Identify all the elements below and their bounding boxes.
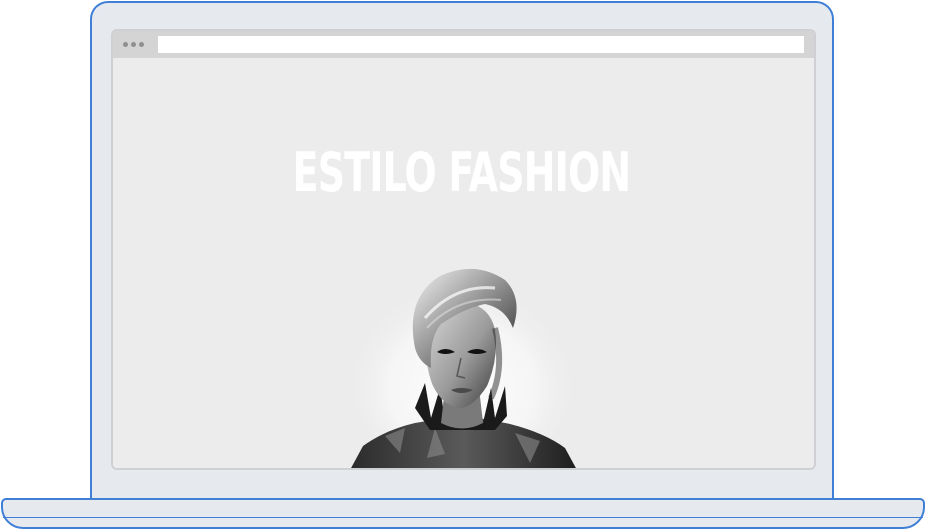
window-dot-icon[interactable] bbox=[131, 42, 136, 47]
hero-model-image bbox=[351, 268, 576, 468]
window-controls bbox=[123, 42, 144, 47]
browser-toolbar bbox=[113, 31, 814, 58]
page-title: ESTILO FASHION bbox=[292, 141, 631, 204]
window-dot-icon[interactable] bbox=[123, 42, 128, 47]
window-dot-icon[interactable] bbox=[139, 42, 144, 47]
web-page: ESTILO FASHION bbox=[113, 58, 814, 468]
laptop-mockup: ESTILO FASHION bbox=[0, 0, 927, 531]
laptop-base bbox=[1, 498, 925, 529]
browser-window: ESTILO FASHION bbox=[111, 29, 816, 470]
address-bar[interactable] bbox=[158, 36, 804, 53]
laptop-base-seam bbox=[3, 517, 923, 518]
